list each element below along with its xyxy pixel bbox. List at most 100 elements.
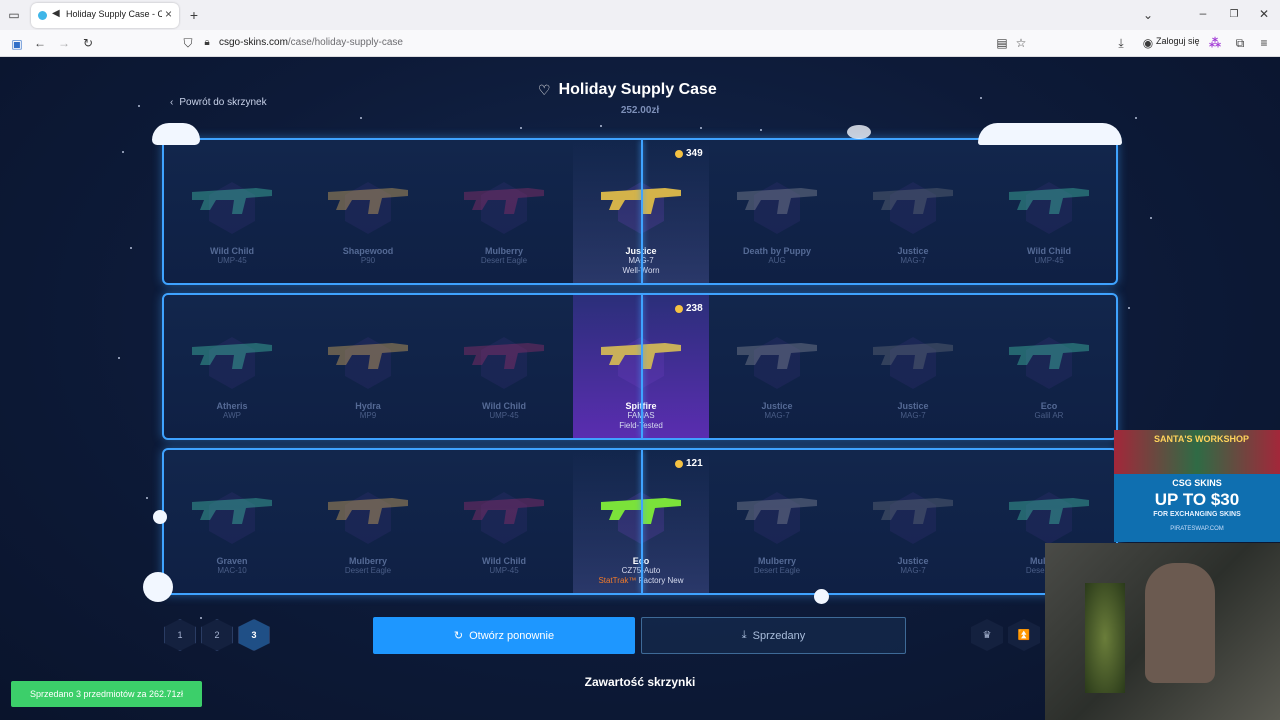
fast-open-icon[interactable]: ⏫ [1008, 619, 1040, 651]
snow-pile-right [978, 123, 1122, 145]
item-name: Justice [761, 401, 793, 411]
reload-icon[interactable]: ↻ [80, 36, 96, 50]
item-name: Shapewood [342, 246, 394, 256]
star-decoration [700, 127, 702, 129]
weapon-skin-image [186, 333, 278, 373]
snow-pile-left [152, 123, 200, 145]
star-decoration [360, 117, 362, 119]
reel-1: Wild Child UMP-45 Shapewood P90 Mulberry Dese… [162, 138, 1118, 285]
close-tab-icon[interactable]: × [165, 7, 172, 21]
item-name: Atheris [216, 401, 248, 411]
shield-icon[interactable]: ⛉ [180, 36, 196, 50]
item-name: Wild Child [210, 246, 254, 256]
reel-item: Wild Child UMP-45 [981, 140, 1116, 283]
ad-image: SANTA'S WORKSHOP [1114, 430, 1280, 474]
item-price: 238 [675, 303, 703, 314]
browser-tab[interactable]: ◀ Holiday Supply Case - CSGO × [31, 3, 179, 28]
weapon-skin-image [731, 488, 823, 528]
item-name: Mulberry [484, 246, 523, 256]
streamer-figure [1145, 563, 1215, 683]
tab-title: Holiday Supply Case - CSGO [66, 9, 162, 19]
reel-2: AtherisAWPHydraMP9Wild ChildUMP-45Spitfi… [162, 293, 1118, 440]
christmas-tree [1085, 583, 1125, 693]
item-name: Mulberry [757, 556, 796, 566]
item-name: Wild Child [1027, 246, 1071, 256]
ad-url: PIRATESWAP.COM [1170, 526, 1224, 532]
count-option-1[interactable]: 1 [164, 619, 196, 651]
item-weapon: MAG-7 [900, 411, 926, 420]
star-decoration [980, 97, 982, 99]
login-button[interactable]: Zaloguj się [1156, 36, 1200, 46]
case-page: ‹ Powrót do skrzynek ♡ Holiday Supply Ca… [0, 57, 1280, 720]
coin-icon [675, 149, 683, 158]
reel-item: Wild Child UMP-45 [436, 295, 572, 438]
extensions-puzzle-icon[interactable]: ⧉ [1232, 36, 1248, 50]
wear-label: Factory New [638, 576, 684, 585]
reel-item: Shapewood P90 [300, 140, 436, 283]
page-title: ♡ Holiday Supply Case [538, 81, 717, 99]
reel-item: MulberryDesert Eagle [436, 140, 572, 283]
count-option-2[interactable]: 2 [201, 619, 233, 651]
heart-icon[interactable]: ♡ [538, 82, 551, 99]
reel-item: Justice MAG-7 [845, 450, 981, 593]
weapon-skin-image [322, 333, 414, 373]
item-weapon: MAC-10 [217, 566, 247, 575]
reel-item: MulberryDesert Eagle [709, 450, 845, 593]
address-field[interactable]: csgo-skins.com/case/holiday-supply-case [219, 37, 403, 48]
weapon-skin-image [1003, 333, 1095, 373]
weapon-skin-image [322, 178, 414, 218]
open-again-label: Otwórz ponownie [469, 629, 555, 642]
star-decoration [1128, 307, 1130, 309]
bookmark-star-icon[interactable]: ☆ [1013, 36, 1029, 50]
menu-icon[interactable]: ≡ [1256, 36, 1272, 50]
weapon-skin-image [186, 488, 278, 528]
item-weapon: UMP-45 [489, 566, 519, 575]
item-weapon: P90 [360, 256, 376, 265]
sidebar-icon[interactable]: ▣ [9, 37, 25, 51]
webcam-overlay [1045, 543, 1280, 720]
new-tab-icon[interactable]: + [186, 8, 202, 22]
sold-button[interactable]: ⤓ Sprzedany [641, 617, 906, 654]
weapon-skin-image [458, 333, 550, 373]
reel-item: Graven MAC-10 [164, 450, 300, 593]
reader-view-icon[interactable]: ▤ [994, 36, 1010, 50]
download-icon[interactable]: ⤓ [1113, 36, 1129, 50]
window-close-icon[interactable]: ✕ [1256, 7, 1272, 21]
speaker-icon[interactable]: ◀ [52, 8, 60, 19]
snowball [153, 510, 167, 524]
browser-urlbar: ▣ ← → ↻ ⛉ 🔒︎ csgo-skins.com/case/holiday… [0, 30, 1280, 57]
browser-tabbar: ▭ ◀ Holiday Supply Case - CSGO × + ⌄ – ❐… [0, 0, 1280, 30]
item-name: Graven [216, 556, 248, 566]
reel-item: Justice MAG-7 [845, 140, 981, 283]
weapon-skin-image [458, 178, 550, 218]
site-favicon-icon [38, 11, 47, 20]
account-icon[interactable]: ◉ [1140, 36, 1156, 50]
tab-overflow-chevron-icon[interactable]: ⌄ [1140, 8, 1156, 22]
maximize-icon[interactable]: ❐ [1226, 8, 1242, 22]
item-name: Mulberry [348, 556, 387, 566]
star-decoration [122, 151, 124, 153]
crown-icon[interactable]: ♛ [971, 619, 1003, 651]
ad-top-text: SANTA'S WORKSHOP [1154, 434, 1249, 444]
back-icon[interactable]: ← [32, 36, 48, 50]
item-weapon: MP9 [359, 411, 377, 420]
extension-icon[interactable]: ⁂ [1207, 36, 1223, 50]
open-again-button[interactable]: ↻ Otwórz ponownie [373, 617, 635, 654]
reel-item: Atheris AWP [164, 295, 300, 438]
refresh-icon: ↻ [453, 630, 464, 642]
tab-list-icon[interactable]: ▭ [6, 8, 22, 22]
item-name: Justice [897, 246, 929, 256]
reel-3: Graven MAC-10 Mulberry Desert Eagle Wild Chi… [162, 448, 1118, 595]
star-decoration [200, 617, 202, 619]
ad-banner[interactable]: SANTA'S WORKSHOP CSG SKINS UP TO $30 FOR… [1114, 430, 1280, 542]
minimize-icon[interactable]: – [1195, 6, 1211, 20]
star-decoration [146, 497, 148, 499]
count-option-3[interactable]: 3 [238, 619, 270, 651]
snowball [847, 125, 871, 139]
item-name: Justice [897, 556, 929, 566]
item-weapon: AWP [223, 411, 241, 420]
weapon-skin-image [731, 178, 823, 218]
forward-icon[interactable]: → [56, 36, 72, 50]
lock-icon[interactable]: 🔒︎ [199, 36, 215, 50]
sold-toast: Sprzedano 3 przedmiotów za 262.71zł [11, 681, 202, 707]
